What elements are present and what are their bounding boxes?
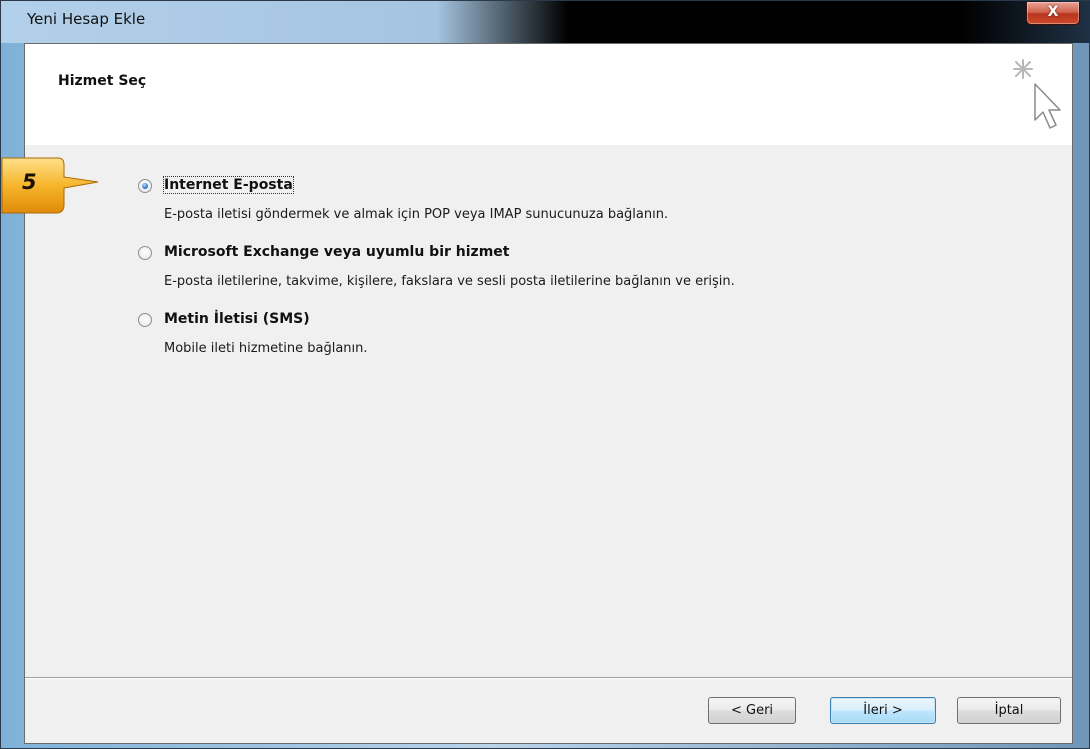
cancel-button[interactable]: İptal [957,697,1061,724]
option-label[interactable]: Metin İletisi (SMS) [164,311,310,327]
option-description: E-posta iletisi göndermek ve almak için … [164,207,669,222]
radio-exchange[interactable] [138,246,152,260]
title-bar[interactable]: Yeni Hesap Ekle X [1,1,1090,43]
footer-divider-highlight [25,678,1072,679]
dialog-client: Hizmet Seç Internet E-posta E-posta ilet… [24,43,1073,744]
cursor-click-icon [1013,59,1061,129]
window-title: Yeni Hesap Ekle [27,10,146,28]
back-button[interactable]: < Geri [708,697,796,724]
option-description: Mobile ileti hizmetine bağlanın. [164,341,368,356]
option-label[interactable]: Internet E-posta [163,176,294,194]
header-divider [25,144,1072,145]
radio-sms[interactable] [138,313,152,327]
step-callout-arrow [1,157,99,214]
close-button[interactable]: X [1026,2,1080,25]
next-button[interactable]: İleri > [830,697,936,724]
page-title: Hizmet Seç [58,73,147,89]
window-frame: Yeni Hesap Ekle X Hizmet Seç Internet E-… [0,0,1090,749]
step-number: 5 [22,170,37,194]
dialog-header: Hizmet Seç [25,44,1072,145]
option-label[interactable]: Microsoft Exchange veya uyumlu bir hizme… [164,244,509,260]
close-icon: X [1047,4,1059,20]
radio-internet-email[interactable] [138,179,152,193]
option-description: E-posta iletilerine, takvime, kişilere, … [164,274,735,289]
